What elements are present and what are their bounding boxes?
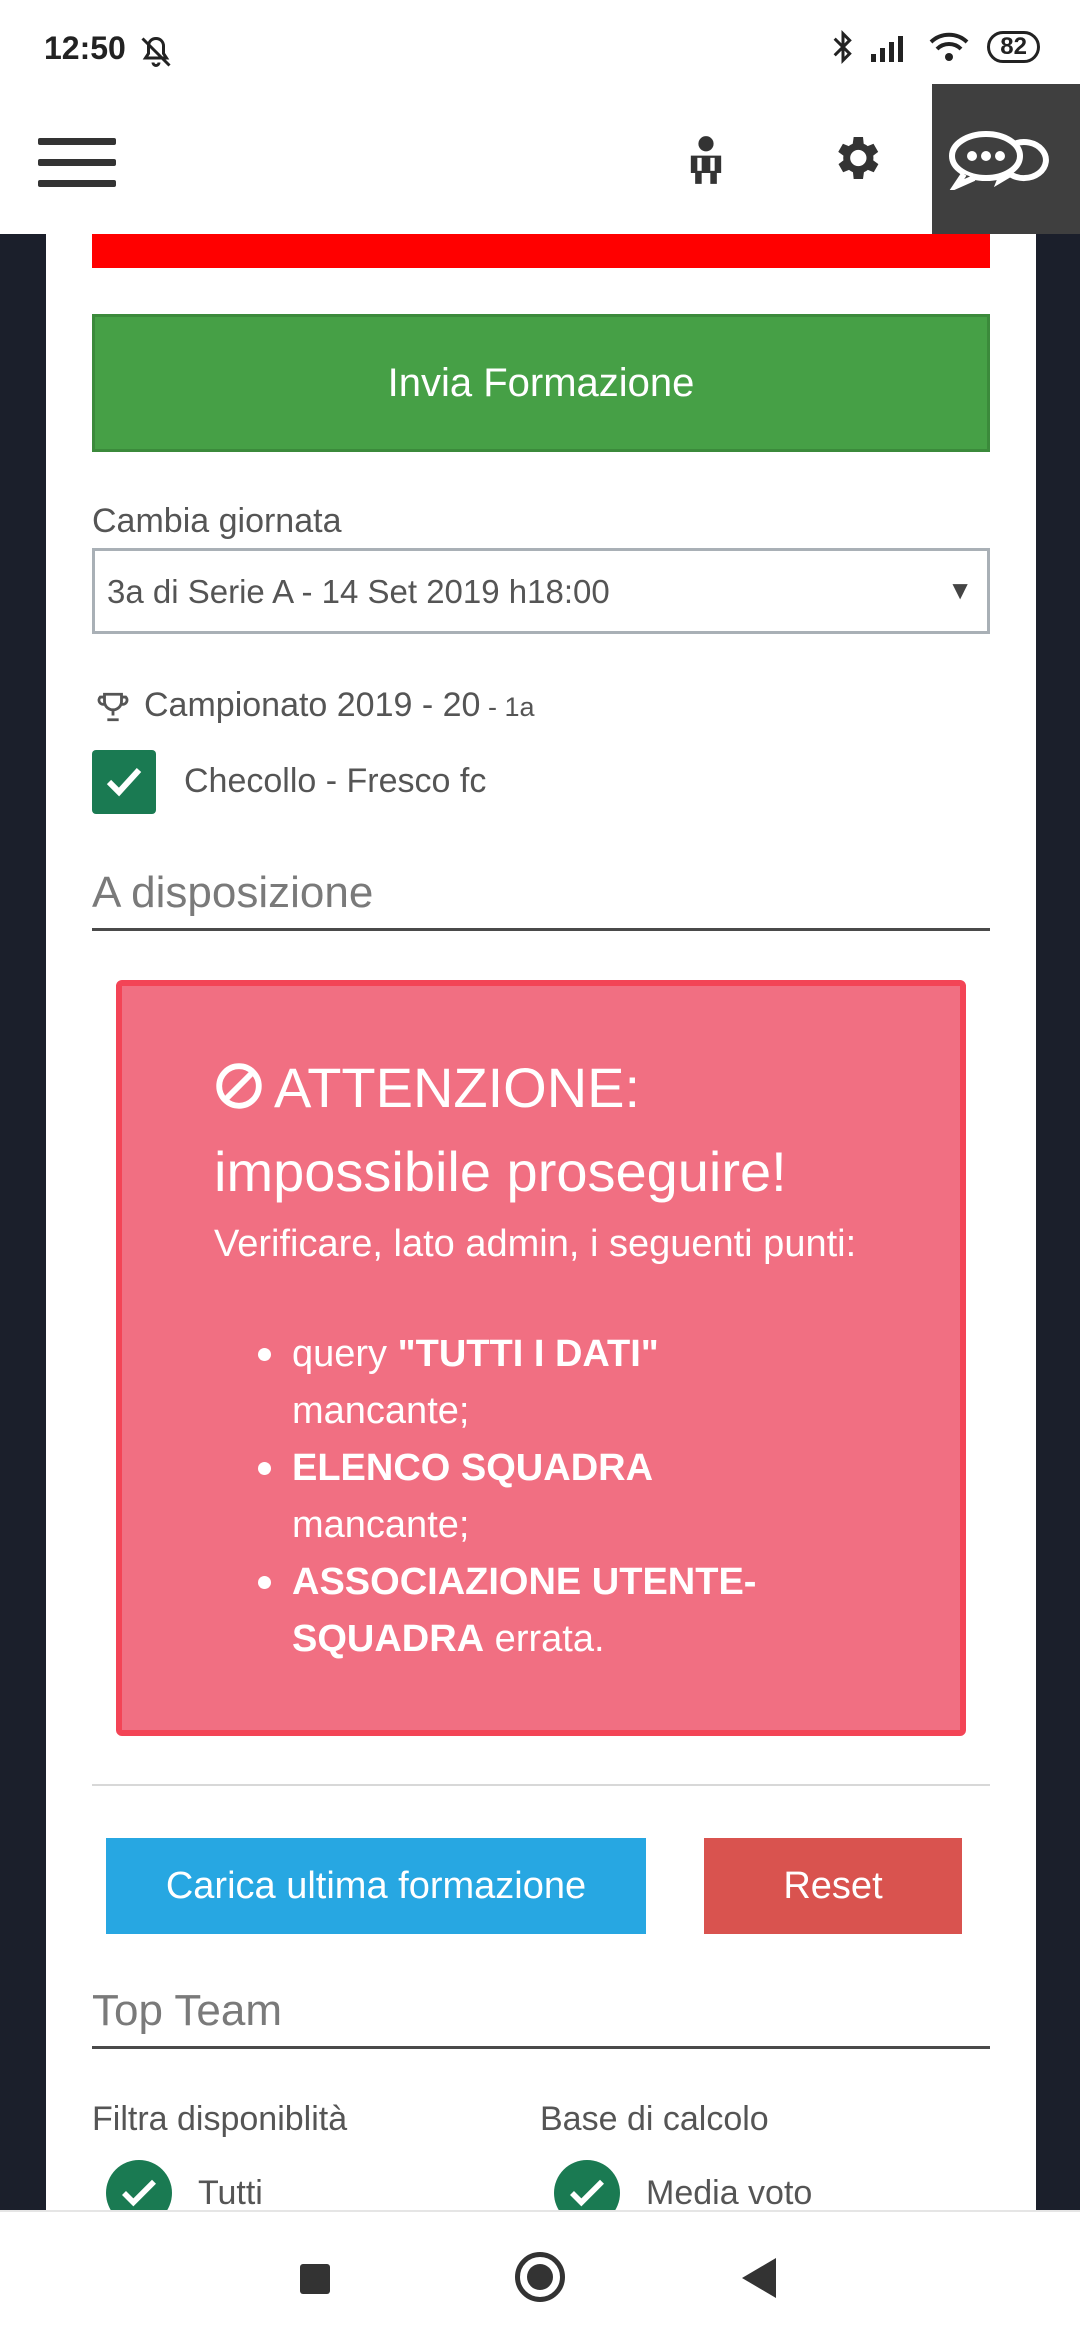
available-section-title: A disposizione [92, 868, 990, 931]
status-time: 12:50 [44, 30, 126, 66]
trophy-icon [97, 692, 129, 722]
error-bar [92, 234, 990, 268]
filter-label: Filtra disponiblità [92, 2100, 348, 2138]
bell-off-icon [141, 36, 171, 67]
chevron-down-icon: ▼ [947, 575, 973, 605]
status-bar: 12:50 82 [0, 0, 1080, 84]
calc-media-voto-radio[interactable] [554, 2160, 620, 2210]
list-item: ELENCO SQUADRA mancante; [258, 1440, 772, 1554]
alert-title: ATTENZIONE: impossibile proseguire! [214, 1056, 787, 1203]
signal-icon [871, 36, 904, 62]
check-icon [106, 767, 142, 797]
divider [92, 1784, 990, 1786]
filter-all-radio[interactable] [106, 2160, 172, 2210]
filter-all-label: Tutti [198, 2174, 263, 2210]
reset-button[interactable]: Reset [704, 1838, 962, 1934]
submit-lineup-button[interactable]: Invia Formazione [92, 314, 990, 452]
alert-list: query "TUTTI I DATI" mancante; ELENCO SQ… [258, 1326, 772, 1668]
team-checkbox[interactable] [92, 750, 156, 814]
ban-icon [216, 1063, 262, 1109]
change-round-label: Cambia giornata [92, 502, 342, 540]
alert-intro: Verificare, lato admin, i seguenti punti… [214, 1223, 857, 1265]
wifi-icon [929, 32, 969, 61]
system-nav-bar [0, 2210, 1080, 2340]
menu-icon[interactable] [38, 138, 116, 188]
championship-label: Campionato 2019 - 20 - 1a [144, 686, 535, 724]
battery-icon: 82 [987, 31, 1040, 63]
list-item: query "TUTTI I DATI" mancante; [258, 1326, 772, 1440]
home-icon[interactable] [515, 2252, 565, 2302]
content-card: Invia Formazione Cambia giornata 3a di S… [46, 234, 1036, 2210]
calc-base-label: Base di calcolo [540, 2100, 769, 2138]
load-last-lineup-button[interactable]: Carica ultima formazione [106, 1838, 646, 1934]
top-team-title: Top Team [92, 1986, 990, 2049]
bluetooth-icon [833, 30, 853, 64]
check-icon [570, 2179, 604, 2207]
round-select-value: 3a di Serie A - 14 Set 2019 h18:00 [107, 573, 610, 610]
back-icon[interactable] [742, 2258, 776, 2298]
check-icon [122, 2179, 156, 2207]
user-icon[interactable] [680, 134, 732, 186]
list-item: ASSOCIAZIONE UTENTE-SQUADRA errata. [258, 1554, 772, 1668]
recent-apps-icon[interactable] [300, 2264, 330, 2294]
error-alert: ATTENZIONE: impossibile proseguire! Veri… [116, 980, 966, 1736]
app-header [0, 84, 1080, 234]
chat-icon [949, 131, 1049, 190]
team-name: Checollo - Fresco fc [184, 762, 487, 800]
chat-button[interactable] [932, 84, 1080, 234]
gear-icon[interactable] [828, 130, 884, 186]
round-select[interactable]: 3a di Serie A - 14 Set 2019 h18:00 ▼ [92, 548, 990, 634]
calc-media-voto-label: Media voto [646, 2174, 813, 2210]
